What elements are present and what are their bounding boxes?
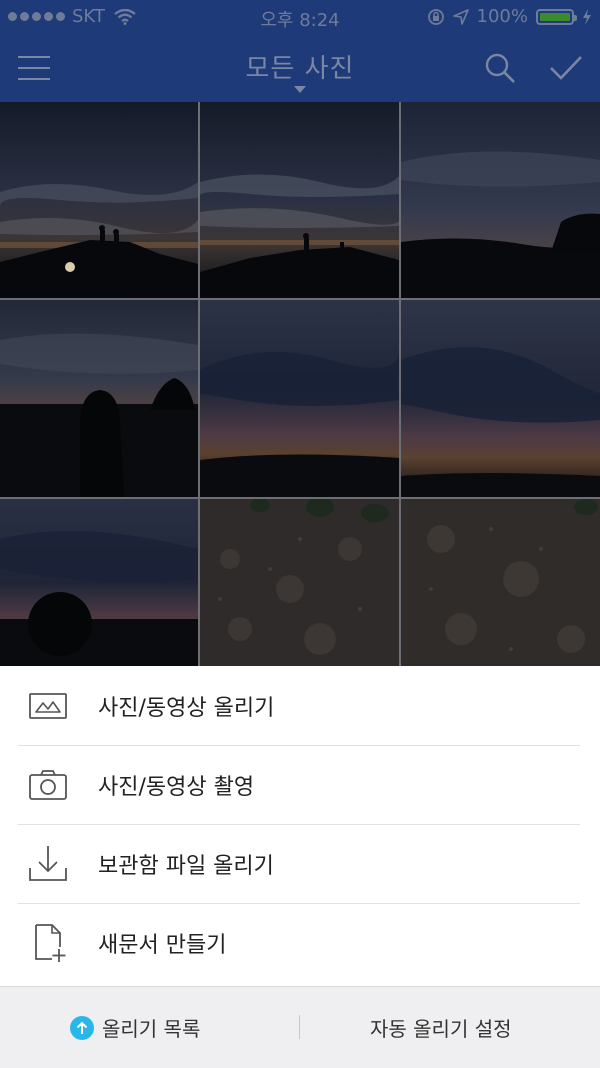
location-arrow-icon xyxy=(452,8,469,25)
bottom-divider xyxy=(299,1015,300,1039)
battery-level-fill xyxy=(540,12,570,21)
action-label: 보관함 파일 올리기 xyxy=(98,854,274,879)
menu-icon xyxy=(18,56,50,80)
bottom-bar: 올리기 목록 자동 올리기 설정 xyxy=(0,986,600,1068)
chevron-down-icon xyxy=(294,86,306,93)
photo-upload-icon xyxy=(29,693,67,719)
checkmark-icon xyxy=(550,56,582,80)
photo-thumbnail[interactable] xyxy=(0,102,198,298)
status-right: 100% xyxy=(427,6,592,27)
photo-thumbnail[interactable] xyxy=(200,102,399,298)
nav-bar: 모든 사진 xyxy=(0,34,600,102)
upload-arrow-icon xyxy=(70,1015,94,1040)
photo-thumbnail[interactable] xyxy=(401,499,600,668)
action-label: 사진/동영상 올리기 xyxy=(98,696,275,721)
photo-thumbnail[interactable] xyxy=(200,499,399,668)
menu-button[interactable] xyxy=(14,34,54,102)
upload-storage-file-option[interactable]: 보관함 파일 올리기 xyxy=(18,824,580,904)
camera-icon xyxy=(29,770,67,800)
action-label: 새문서 만들기 xyxy=(98,933,227,958)
search-button[interactable] xyxy=(478,34,522,102)
search-icon xyxy=(485,53,515,83)
photo-thumbnail[interactable] xyxy=(0,300,198,497)
auto-upload-label: 자동 올리기 설정 xyxy=(370,1017,512,1041)
charging-bolt-icon xyxy=(583,8,591,25)
photo-thumbnail[interactable] xyxy=(401,102,600,298)
new-document-option[interactable]: 새문서 만들기 xyxy=(18,903,580,982)
capture-photo-video-option[interactable]: 사진/동영상 촬영 xyxy=(18,745,580,825)
download-tray-icon xyxy=(29,846,67,881)
battery-percent: 100% xyxy=(476,6,528,27)
rotation-lock-icon xyxy=(427,8,444,25)
photo-grid xyxy=(0,102,600,668)
upload-action-sheet: 사진/동영상 올리기 사진/동영상 촬영 보관함 파일 올리기 새문서 만들기 xyxy=(0,666,600,986)
status-bar: SKT 오후 8:24 100% xyxy=(0,0,600,34)
auto-upload-settings-button[interactable]: 자동 올리기 설정 xyxy=(370,1013,512,1042)
photo-thumbnail[interactable] xyxy=(200,300,399,497)
upload-photo-video-option[interactable]: 사진/동영상 올리기 xyxy=(18,666,580,746)
select-button[interactable] xyxy=(544,34,588,102)
photo-thumbnail[interactable] xyxy=(401,300,600,497)
photo-thumbnail[interactable] xyxy=(0,499,198,668)
upload-list-label: 올리기 목록 xyxy=(102,1017,201,1041)
battery-icon xyxy=(536,8,577,25)
album-title-dropdown[interactable]: 모든 사진 xyxy=(200,48,400,85)
new-document-icon xyxy=(35,924,66,962)
action-label: 사진/동영상 촬영 xyxy=(98,775,255,800)
upload-list-button[interactable]: 올리기 목록 xyxy=(70,1013,200,1042)
